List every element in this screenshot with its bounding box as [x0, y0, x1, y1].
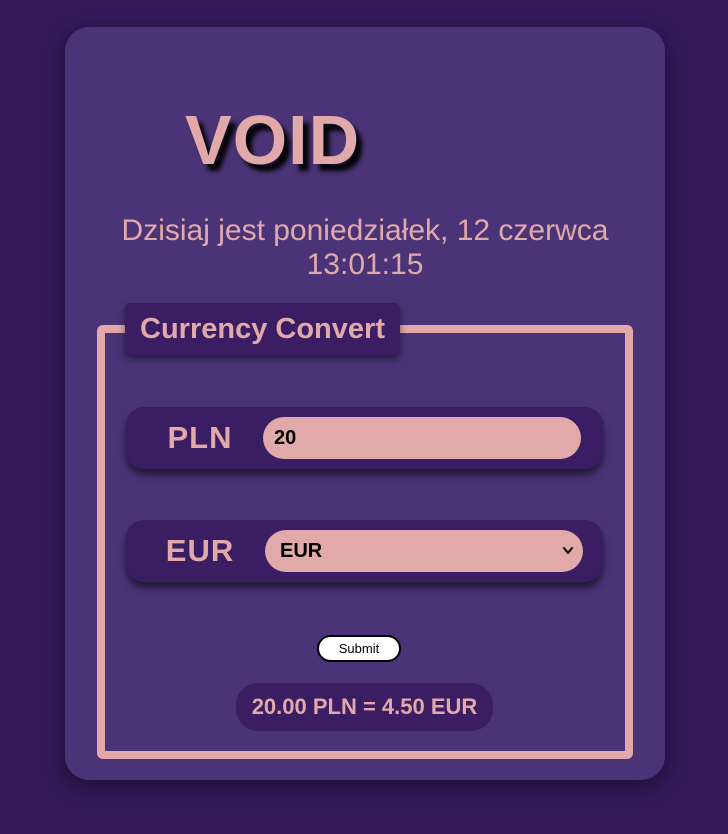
- chevron-down-icon: [561, 530, 575, 572]
- current-date: Dzisiaj jest poniedziałek, 12 czerwca: [121, 214, 609, 247]
- main-card: VOID Dzisiaj jest poniedziałek, 12 czerw…: [65, 27, 665, 780]
- from-currency-row: PLN: [126, 407, 603, 469]
- conversion-result: 20.00 PLN = 4.50 EUR: [236, 683, 493, 731]
- logo: VOID: [185, 101, 361, 179]
- amount-input[interactable]: [263, 417, 581, 459]
- from-currency-label: PLN: [167, 420, 233, 455]
- current-time: 13:01:15: [306, 248, 424, 281]
- converter-legend: Currency Convert: [125, 303, 400, 355]
- currency-select-value: EUR: [280, 540, 323, 562]
- to-currency-label: EUR: [165, 533, 235, 568]
- submit-button[interactable]: Submit: [317, 635, 401, 662]
- currency-select[interactable]: EUR: [265, 530, 583, 572]
- to-currency-row: EUR EUR: [126, 520, 603, 582]
